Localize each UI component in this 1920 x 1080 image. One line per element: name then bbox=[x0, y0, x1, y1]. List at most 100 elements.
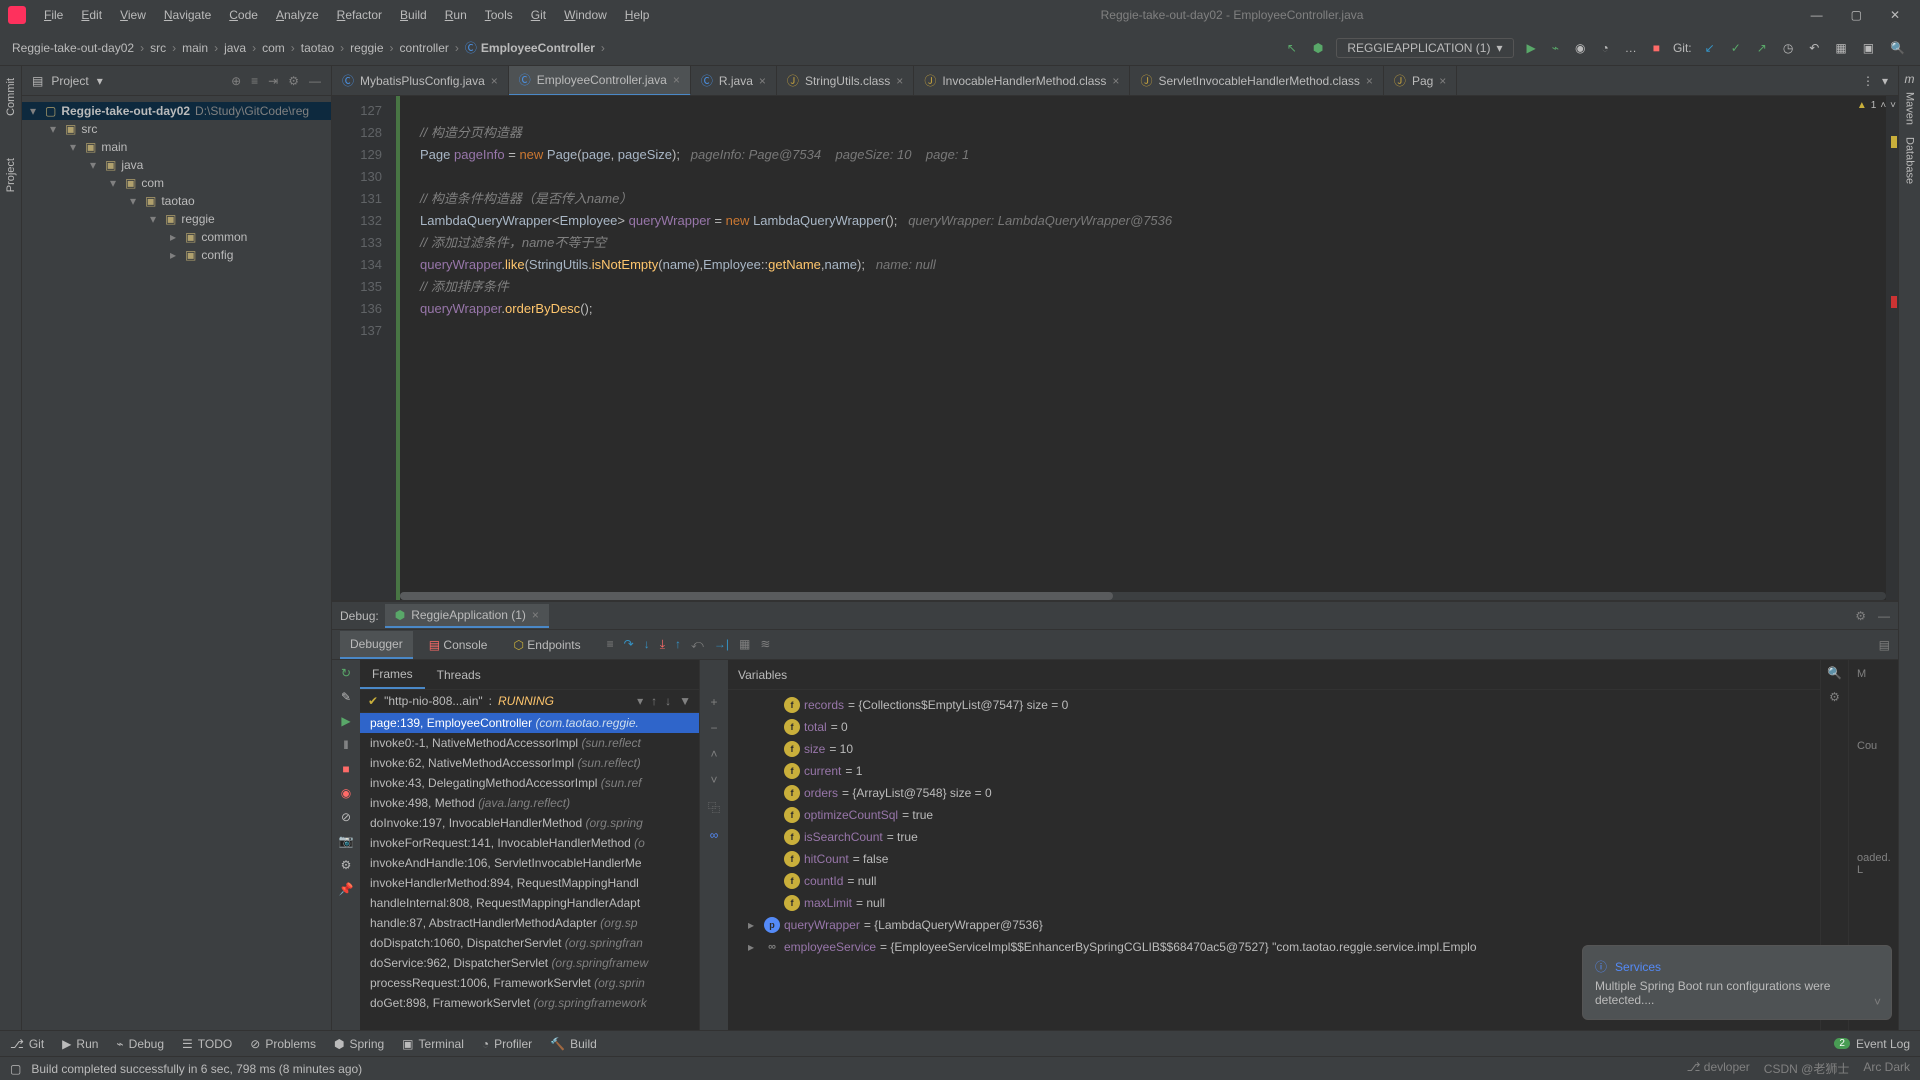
breadcrumb-part[interactable]: src bbox=[150, 41, 166, 55]
status-indicator-icon[interactable]: ▢ bbox=[10, 1062, 21, 1076]
breadcrumb-part[interactable]: reggie bbox=[350, 41, 383, 55]
stack-frame[interactable]: invoke:498, Method (java.lang.reflect) bbox=[360, 793, 699, 813]
close-tab-icon[interactable]: × bbox=[896, 74, 903, 88]
tree-node-com[interactable]: ▾▣com bbox=[22, 174, 331, 192]
menu-git[interactable]: Git bbox=[523, 4, 554, 26]
search-icon[interactable]: 🔍 bbox=[1827, 666, 1842, 680]
frames-list[interactable]: page:139, EmployeeController (com.taotao… bbox=[360, 713, 699, 1030]
git-rollback-icon[interactable]: ↶ bbox=[1806, 38, 1822, 58]
up-icon[interactable]: ˄ bbox=[710, 747, 717, 761]
services-notification[interactable]: ⓘServices Multiple Spring Boot run confi… bbox=[1582, 945, 1892, 1020]
debug-tool-button[interactable]: ⌁ Debug bbox=[116, 1037, 164, 1051]
event-log-button[interactable]: Event Log bbox=[1856, 1037, 1910, 1051]
profile-button[interactable]: ◔ bbox=[1598, 38, 1611, 58]
variable-row[interactable]: f hitCount = false bbox=[728, 848, 1820, 870]
stack-frame[interactable]: invokeForRequest:141, InvocableHandlerMe… bbox=[360, 833, 699, 853]
pause-icon[interactable]: ‖ bbox=[344, 738, 349, 752]
prev-icon[interactable]: ˄ bbox=[1880, 100, 1886, 111]
force-step-into-icon[interactable]: ⤓ bbox=[660, 637, 665, 652]
line-gutter[interactable]: 127128129130131132133134135136137 bbox=[332, 96, 400, 600]
maximize-button[interactable]: ▢ bbox=[1847, 8, 1866, 22]
tree-node-reggie[interactable]: ▾▣reggie bbox=[22, 210, 331, 228]
breadcrumb[interactable]: Reggie-take-out-day02›src›main›java›com›… bbox=[12, 39, 607, 56]
settings-icon[interactable]: ⚙ bbox=[288, 74, 299, 88]
variable-row[interactable]: f optimizeCountSql = true bbox=[728, 804, 1820, 826]
horizontal-scrollbar[interactable] bbox=[400, 592, 1886, 600]
modify-run-icon[interactable]: ✎ bbox=[341, 690, 351, 704]
ide-settings-icon[interactable]: ▦ bbox=[1832, 38, 1849, 58]
project-tool-button[interactable]: Project bbox=[5, 152, 17, 198]
stack-frame[interactable]: page:139, EmployeeController (com.taotao… bbox=[360, 713, 699, 733]
hide-icon[interactable]: — bbox=[1878, 609, 1890, 623]
collapse-all-icon[interactable]: ⇥ bbox=[268, 74, 278, 88]
run-button[interactable]: ▶ bbox=[1524, 38, 1539, 58]
stack-frame[interactable]: invokeAndHandle:106, ServletInvocableHan… bbox=[360, 853, 699, 873]
layout-icon[interactable]: ▤ bbox=[1879, 638, 1890, 652]
git-branch-label[interactable]: ⎇ devloper bbox=[1687, 1060, 1750, 1077]
hide-icon[interactable]: — bbox=[309, 74, 321, 88]
terminal-tool-button[interactable]: ▣ Terminal bbox=[402, 1037, 464, 1051]
chevron-down-icon[interactable]: ▾ bbox=[1882, 74, 1888, 88]
drop-frame-icon[interactable]: ⤺ bbox=[691, 637, 704, 652]
select-opened-icon[interactable]: ⊕ bbox=[231, 74, 241, 88]
close-tab-icon[interactable]: × bbox=[1439, 74, 1446, 88]
variable-row[interactable]: f maxLimit = null bbox=[728, 892, 1820, 914]
debugger-tab[interactable]: Debugger bbox=[340, 631, 413, 659]
menu-code[interactable]: Code bbox=[221, 4, 266, 26]
remove-icon[interactable]: − bbox=[710, 721, 717, 735]
tree-node-taotao[interactable]: ▾▣taotao bbox=[22, 192, 331, 210]
tree-node-java[interactable]: ▾▣java bbox=[22, 156, 331, 174]
close-tab-icon[interactable]: × bbox=[491, 74, 498, 88]
rerun-icon[interactable]: ↻ bbox=[341, 666, 351, 680]
back-nav-icon[interactable]: ↖ bbox=[1284, 38, 1300, 58]
stack-frame[interactable]: doGet:898, FrameworkServlet (org.springf… bbox=[360, 993, 699, 1013]
variable-row[interactable]: f countId = null bbox=[728, 870, 1820, 892]
breadcrumb-part[interactable]: controller bbox=[400, 41, 449, 55]
tree-node-common[interactable]: ▸▣common bbox=[22, 228, 331, 246]
editor-tab[interactable]: ⒸMybatisPlusConfig.java× bbox=[332, 66, 509, 96]
menu-tools[interactable]: Tools bbox=[477, 4, 521, 26]
expand-icon[interactable]: ˅ bbox=[1874, 995, 1881, 1009]
gear-icon[interactable]: ⚙ bbox=[1855, 609, 1866, 623]
editor-tab[interactable]: ⒸR.java× bbox=[691, 66, 777, 96]
pin-icon[interactable]: 📌 bbox=[339, 882, 354, 896]
editor-tab[interactable]: ⒸEmployeeController.java× bbox=[509, 66, 691, 96]
stack-frame[interactable]: invoke:62, NativeMethodAccessorImpl (sun… bbox=[360, 753, 699, 773]
breadcrumb-part[interactable]: main bbox=[182, 41, 208, 55]
mute-breakpoints-icon[interactable]: ⊘ bbox=[341, 810, 351, 824]
thread-selector[interactable]: ✔ "http-nio-808...ain": RUNNING ▾ ↑ ↓ ▼ bbox=[360, 690, 699, 713]
get-thread-dump-icon[interactable]: 📷 bbox=[339, 834, 354, 848]
add-icon[interactable]: + bbox=[710, 695, 717, 709]
settings-icon[interactable]: ⚙ bbox=[341, 858, 352, 872]
variable-row[interactable]: f total = 0 bbox=[728, 716, 1820, 738]
coverage-button[interactable]: ◉ bbox=[1572, 38, 1588, 58]
variable-row[interactable]: f isSearchCount = true bbox=[728, 826, 1820, 848]
close-tab-icon[interactable]: × bbox=[1112, 74, 1119, 88]
next-frame-icon[interactable]: ↓ bbox=[665, 694, 671, 708]
run-configuration-selector[interactable]: REGGIEAPPLICATION (1) ▾ bbox=[1336, 38, 1513, 58]
git-history-icon[interactable]: ◷ bbox=[1780, 38, 1796, 58]
step-into-icon[interactable]: ↓ bbox=[644, 637, 650, 652]
attach-button[interactable]: … bbox=[1622, 38, 1640, 58]
stack-frame[interactable]: invoke0:-1, NativeMethodAccessorImpl (su… bbox=[360, 733, 699, 753]
console-tab[interactable]: ▤ Console bbox=[419, 632, 498, 658]
tree-node-src[interactable]: ▾▣src bbox=[22, 120, 331, 138]
maven-tool-button[interactable]: Maven bbox=[1904, 86, 1916, 131]
down-icon[interactable]: ˅ bbox=[710, 773, 717, 787]
breadcrumb-part[interactable]: taotao bbox=[301, 41, 334, 55]
breadcrumb-part[interactable]: java bbox=[224, 41, 246, 55]
run-to-cursor-icon[interactable]: →| bbox=[714, 637, 729, 652]
breadcrumb-part[interactable]: Reggie-take-out-day02 bbox=[12, 41, 134, 55]
variable-row[interactable]: f records = {Collections$EmptyList@7547}… bbox=[728, 694, 1820, 716]
menu-window[interactable]: Window bbox=[556, 4, 615, 26]
tree-node-config[interactable]: ▸▣config bbox=[22, 246, 331, 264]
todo-tool-button[interactable]: ☰ TODO bbox=[182, 1037, 232, 1051]
debug-button[interactable]: ⌁ bbox=[1549, 38, 1562, 58]
more-tabs-icon[interactable]: ⋮ bbox=[1862, 74, 1874, 88]
run-target-icon[interactable]: ⬢ bbox=[1310, 38, 1326, 58]
editor-tab[interactable]: ⒿPag× bbox=[1384, 66, 1457, 96]
marker-strip[interactable]: ▲1˄˅ bbox=[1886, 96, 1898, 600]
menu-edit[interactable]: Edit bbox=[73, 4, 110, 26]
stack-frame[interactable]: processRequest:1006, FrameworkServlet (o… bbox=[360, 973, 699, 993]
step-out-icon[interactable]: ↑ bbox=[675, 637, 681, 652]
